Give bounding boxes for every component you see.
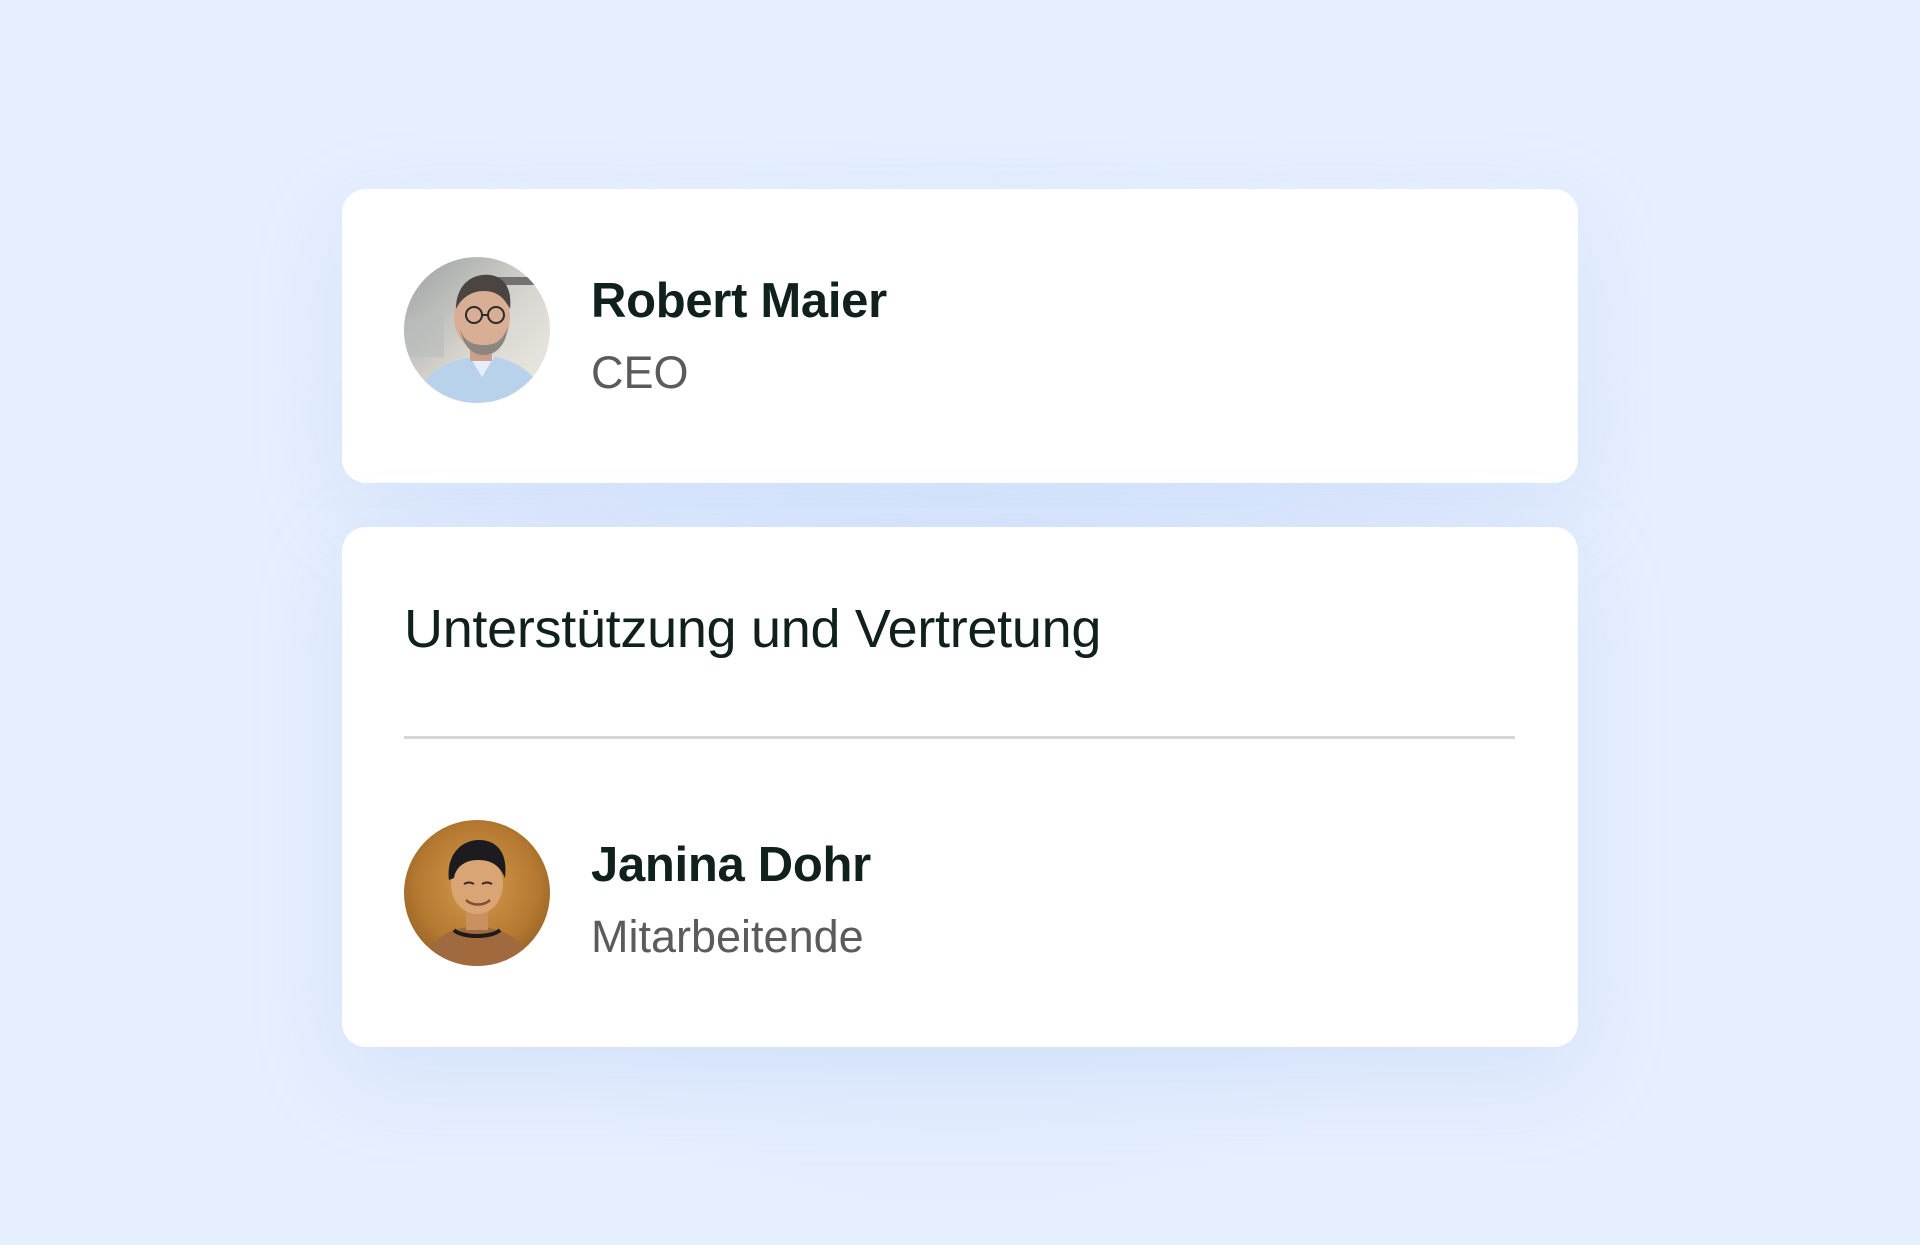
person-photo-icon: [404, 257, 550, 403]
person-name: Janina Dohr: [591, 838, 871, 892]
avatar: [404, 257, 550, 403]
support-card: Unterstützung und Vertretung Janina Dohr…: [342, 527, 1578, 1047]
divider: [404, 736, 1515, 739]
person-name: Robert Maier: [591, 274, 887, 328]
manager-card: Robert Maier CEO: [342, 189, 1578, 483]
person-photo-icon: [404, 820, 550, 966]
person-role: Mitarbeitende: [591, 911, 864, 962]
section-title: Unterstützung und Vertretung: [404, 599, 1102, 659]
person-role: CEO: [591, 347, 689, 398]
avatar: [404, 820, 550, 966]
